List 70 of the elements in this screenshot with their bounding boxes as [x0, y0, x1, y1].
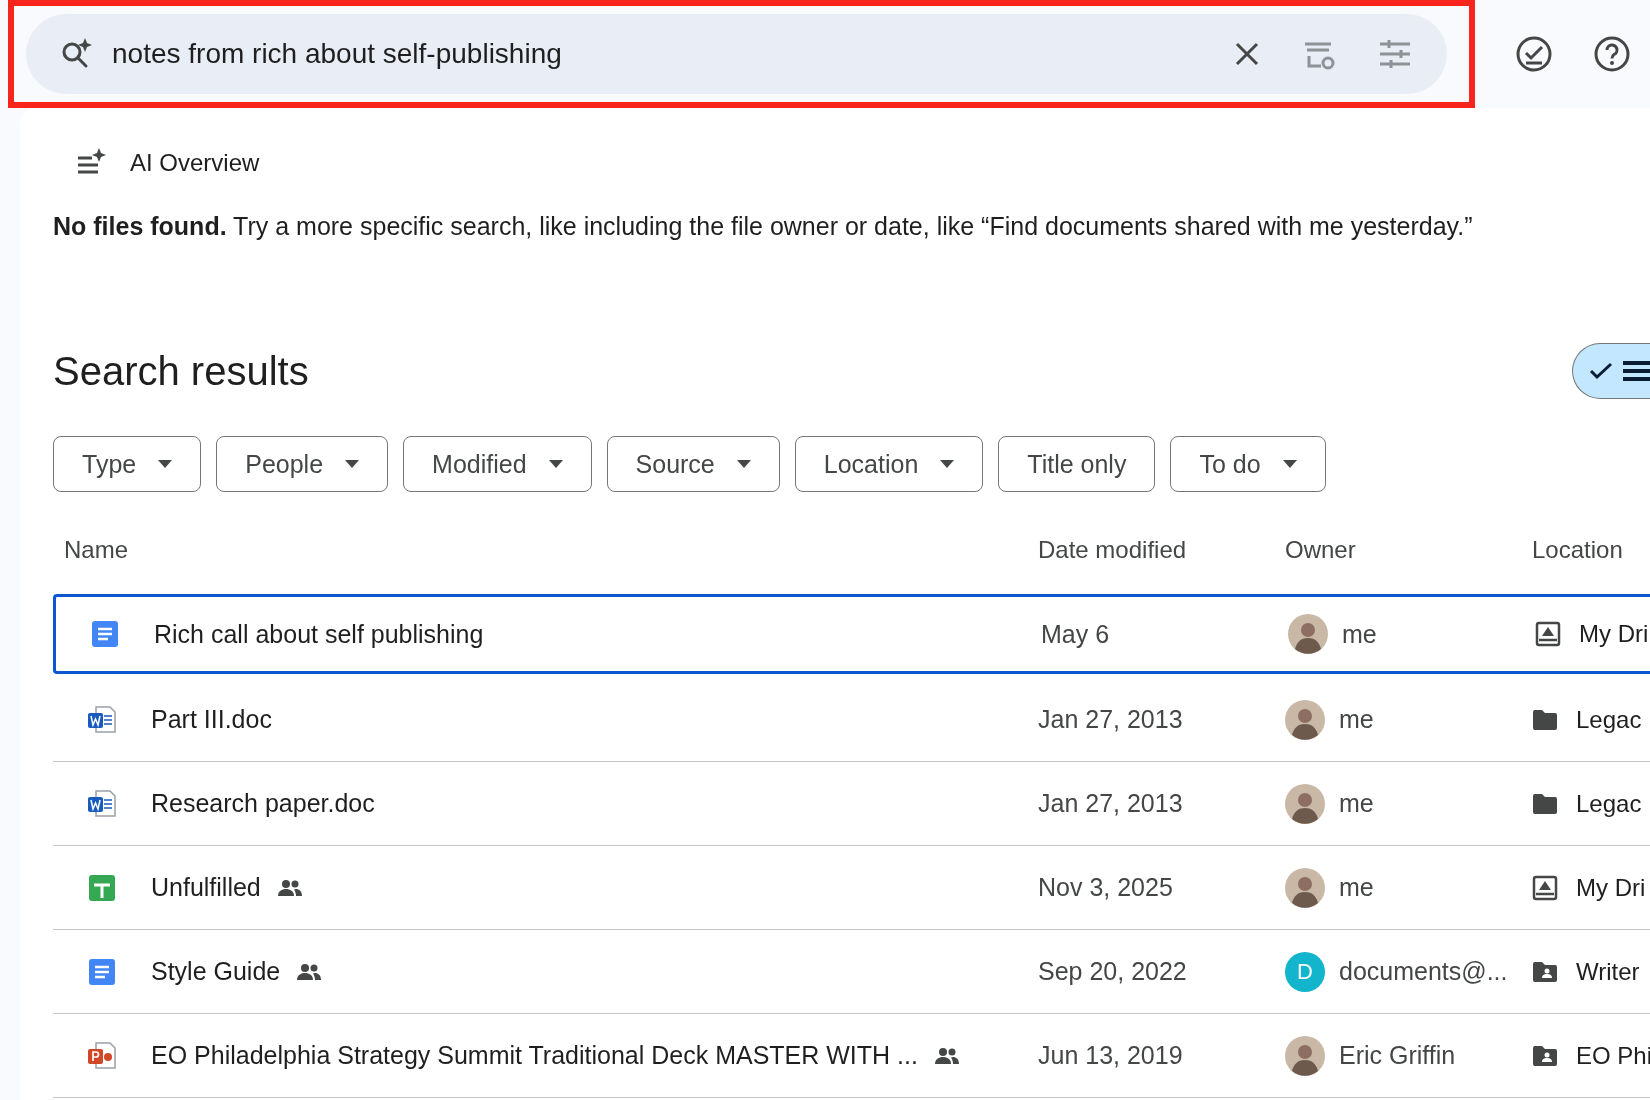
filter-chip[interactable]: Location: [794, 436, 984, 492]
file-name: EO Philadelphia Strategy Summit Traditional Deck MASTER WITH ...: [151, 1041, 918, 1070]
file-row[interactable]: Part III.doc Jan 27, 2013 me Legac: [53, 678, 1650, 762]
file-name: Part III.doc: [151, 705, 272, 734]
view-toggle-button[interactable]: [1572, 343, 1650, 399]
ai-overview-message: No files found. Try a more specific search, like including the file owner or date, like “Find documents shared with me yesterday.”: [53, 212, 1474, 241]
filter-chip[interactable]: Modified: [403, 436, 592, 492]
folder-icon: [1532, 708, 1558, 731]
search-field[interactable]: notes from rich about self-publishing: [26, 14, 1447, 94]
date-cell-text: Jun 13, 2019: [1038, 1041, 1184, 1070]
date-cell-text: May 6: [1041, 619, 1111, 649]
folder-icon: [1532, 792, 1558, 815]
filter-chip[interactable]: Title only: [998, 436, 1156, 492]
close-icon[interactable]: [1233, 40, 1261, 68]
results-heading: Search results: [53, 348, 309, 394]
avatar-icon: [1285, 1035, 1325, 1076]
search-input[interactable]: notes from rich about self-publishing: [110, 37, 1233, 71]
avatar-icon: [1285, 867, 1325, 908]
column-header[interactable]: Date modified: [1038, 536, 1285, 564]
owner-name: me: [1339, 705, 1374, 734]
drive-icon: [1535, 621, 1561, 647]
shared-folder-icon: [1532, 960, 1558, 983]
task-check-icon[interactable]: [1515, 35, 1553, 73]
owner-name: me: [1342, 619, 1377, 649]
owner-name: me: [1339, 789, 1374, 818]
filter-chip[interactable]: Type: [53, 436, 202, 492]
word-file-icon: [87, 788, 117, 819]
document-icon: [88, 957, 116, 986]
location-name: Writer: [1576, 957, 1640, 986]
date-cell-text: Jan 27, 2013: [1038, 789, 1184, 818]
avatar-icon: [1285, 699, 1325, 740]
owner-name: Eric Griffin: [1339, 1041, 1456, 1070]
location-name: Legac: [1576, 705, 1642, 734]
date-cell-text: Nov 3, 2025: [1038, 873, 1174, 902]
owner-name: documents@...: [1339, 957, 1508, 986]
date-cell-text: Jan 27, 2013: [1038, 705, 1184, 734]
drive-icon: [1532, 874, 1558, 901]
location-name: EO Phi: [1576, 1041, 1650, 1070]
list-icon: [1623, 360, 1650, 382]
location-name: My Dri: [1576, 873, 1646, 902]
check-icon: [1589, 361, 1613, 381]
avatar-initial: D: [1285, 951, 1325, 992]
file-name: Style Guide: [151, 957, 281, 986]
file-row[interactable]: Style Guide Sep 20, 2022 D documents@... Writer: [53, 930, 1650, 1014]
shared-folder-icon: [1532, 1044, 1558, 1067]
document-icon: [91, 620, 119, 648]
filter-chip[interactable]: Source: [606, 436, 780, 492]
avatar-icon: [1288, 614, 1328, 654]
help-icon[interactable]: [1593, 35, 1631, 73]
location-name: Legac: [1576, 789, 1642, 818]
file-row[interactable]: Unfulfilled Nov 3, 2025 me My Dri: [53, 846, 1650, 930]
column-header[interactable]: Location: [1532, 536, 1650, 564]
owner-name: me: [1339, 873, 1374, 902]
file-name: Rich call about self publishing: [154, 619, 484, 649]
location-name: My Dri: [1579, 620, 1649, 648]
date-cell-text: Sep 20, 2022: [1038, 957, 1188, 986]
file-row[interactable]: EO Philadelphia Strategy Summit Traditional Deck MASTER WITH ... Jun 13, 2019 Eric Griffin EO Phi: [53, 1014, 1650, 1098]
filter-chip[interactable]: People: [216, 436, 389, 492]
filter-chip[interactable]: To do: [1170, 436, 1326, 492]
column-header[interactable]: Owner: [1285, 536, 1532, 564]
ai-overview-title: AI Overview: [130, 149, 260, 177]
avatar-icon: [1285, 783, 1325, 824]
file-name: Unfulfilled: [151, 873, 261, 902]
spreadsheet-icon: [88, 873, 116, 902]
file-row[interactable]: Rich call about self publishing May 6 me My Dri: [53, 594, 1650, 674]
column-header[interactable]: Name: [53, 536, 1038, 564]
file-name: Research paper.doc: [151, 789, 375, 818]
word-file-icon: [87, 704, 117, 735]
file-row[interactable]: Research paper.doc Jan 27, 2013 me Legac: [53, 762, 1650, 846]
presentation-file-icon: [87, 1040, 117, 1071]
